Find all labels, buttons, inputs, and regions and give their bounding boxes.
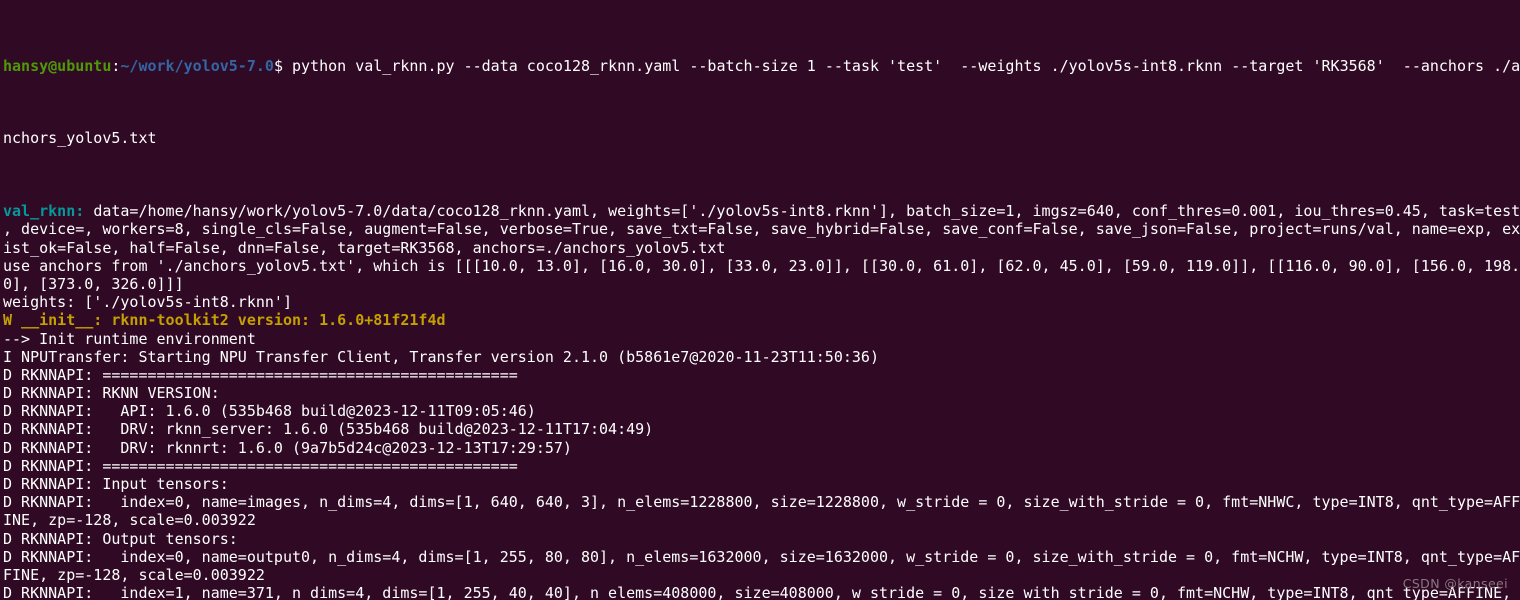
output-line-rknnapi-sep-1: D RKNNAPI: =============================… [3, 366, 1520, 384]
output-line-val-rknn-args-2: , device=, workers=8, single_cls=False, … [3, 220, 1520, 238]
output-line-anchors-1: use anchors from './anchors_yolov5.txt',… [3, 257, 1520, 275]
output-line-anchors-2: 0], [373.0, 326.0]]] [3, 275, 1520, 293]
segment-warn-init-0: W __init__: rknn-toolkit2 version: 1.6.0… [3, 311, 446, 330]
command-text: python val_rknn.py --data coco128_rknn.y… [282, 56, 1520, 75]
watermark: CSDN @kanseei [1402, 575, 1508, 591]
segment-rknnapi-drv-rknnrt-0: D RKNNAPI: DRV: rknnrt: 1.6.0 (9a7b5d24c… [3, 438, 572, 457]
segment-val-rknn-args-1-1: data=/home/hansy/work/yolov5-7.0/data/co… [93, 202, 1520, 221]
segment-input-tensor-0-b-0: INE, zp=-128, scale=0.003922 [3, 511, 256, 530]
output-line-val-rknn-args-3: ist_ok=False, half=False, dnn=False, tar… [3, 239, 1520, 257]
segment-output-tensors-header-0: D RKNNAPI: Output tensors: [3, 529, 238, 548]
output-line-output-tensor-0-b: FINE, zp=-128, scale=0.003922 [3, 566, 1520, 584]
output-line-nputransfer: I NPUTransfer: Starting NPU Transfer Cli… [3, 348, 1520, 366]
terminal-window[interactable]: hansy@ubuntu:~/work/yolov5-7.0$ python v… [0, 0, 1520, 600]
output-line-output-tensor-1-a: D RKNNAPI: index=1, name=371, n_dims=4, … [3, 584, 1520, 600]
output-line-output-tensor-0-a: D RKNNAPI: index=0, name=output0, n_dims… [3, 548, 1520, 566]
output-line-warn-init: W __init__: rknn-toolkit2 version: 1.6.0… [3, 311, 1520, 329]
segment-rknnapi-sep-1-0: D RKNNAPI: =============================… [3, 365, 518, 384]
output-line-rknnapi-sep-2: D RKNNAPI: =============================… [3, 457, 1520, 475]
segment-val-rknn-args-2-0: , device=, workers=8, single_cls=False, … [3, 220, 1520, 239]
segment-init-runtime-0: --> Init runtime environment [3, 329, 256, 348]
segment-rknnapi-api-0: D RKNNAPI: API: 1.6.0 (535b468 build@202… [3, 402, 536, 421]
output-line-val-rknn-args-1: val_rknn: data=/home/hansy/work/yolov5-7… [3, 202, 1520, 220]
segment-val-rknn-args-1-0: val_rknn: [3, 202, 94, 221]
segment-rknnapi-sep-2-0: D RKNNAPI: =============================… [3, 456, 518, 475]
prompt-user-host: hansy@ubuntu [3, 56, 112, 75]
output-line-input-tensor-0-b: INE, zp=-128, scale=0.003922 [3, 511, 1520, 529]
output-line-rknnapi-drv-server: D RKNNAPI: DRV: rknn_server: 1.6.0 (535b… [3, 420, 1520, 438]
segment-anchors-2-0: 0], [373.0, 326.0]]] [3, 274, 184, 293]
command-prompt-line: hansy@ubuntu:~/work/yolov5-7.0$ python v… [3, 57, 1520, 75]
terminal-output: hansy@ubuntu:~/work/yolov5-7.0$ python v… [3, 2, 1520, 600]
output-line-output-tensors-header: D RKNNAPI: Output tensors: [3, 530, 1520, 548]
segment-rknnapi-drv-server-0: D RKNNAPI: DRV: rknn_server: 1.6.0 (535b… [3, 420, 654, 439]
output-line-rknnapi-drv-rknnrt: D RKNNAPI: DRV: rknnrt: 1.6.0 (9a7b5d24c… [3, 439, 1520, 457]
segment-nputransfer-0: I NPUTransfer: Starting NPU Transfer Cli… [3, 347, 879, 366]
segment-rknnapi-version-header-0: D RKNNAPI: RKNN VERSION: [3, 384, 220, 403]
output-line-input-tensors-header: D RKNNAPI: Input tensors: [3, 475, 1520, 493]
prompt-path: ~/work/yolov5-7.0 [120, 56, 274, 75]
output-line-input-tensor-0-a: D RKNNAPI: index=0, name=images, n_dims=… [3, 493, 1520, 511]
output-line-weights: weights: ['./yolov5s-int8.rknn'] [3, 293, 1520, 311]
output-line-rknnapi-api: D RKNNAPI: API: 1.6.0 (535b468 build@202… [3, 402, 1520, 420]
segment-weights-0: weights: ['./yolov5s-int8.rknn'] [3, 293, 292, 312]
segment-anchors-1-0: use anchors from './anchors_yolov5.txt',… [3, 256, 1520, 275]
segment-input-tensor-0-a-0: D RKNNAPI: index=0, name=images, n_dims=… [3, 493, 1520, 512]
output-line-list: val_rknn: data=/home/hansy/work/yolov5-7… [3, 202, 1520, 600]
segment-output-tensor-1-a-0: D RKNNAPI: index=1, name=371, n_dims=4, … [3, 584, 1512, 600]
segment-val-rknn-args-3-0: ist_ok=False, half=False, dnn=False, tar… [3, 238, 726, 257]
output-line-rknnapi-version-header: D RKNNAPI: RKNN VERSION: [3, 384, 1520, 402]
segment-output-tensor-0-b-0: FINE, zp=-128, scale=0.003922 [3, 565, 265, 584]
prompt-symbol: $ [273, 56, 283, 75]
command-wrap-line: nchors_yolov5.txt [3, 129, 1520, 147]
segment-output-tensor-0-a-0: D RKNNAPI: index=0, name=output0, n_dims… [3, 547, 1520, 566]
command-wrap-text: nchors_yolov5.txt [3, 129, 157, 148]
output-line-init-runtime: --> Init runtime environment [3, 330, 1520, 348]
segment-input-tensors-header-0: D RKNNAPI: Input tensors: [3, 475, 229, 494]
